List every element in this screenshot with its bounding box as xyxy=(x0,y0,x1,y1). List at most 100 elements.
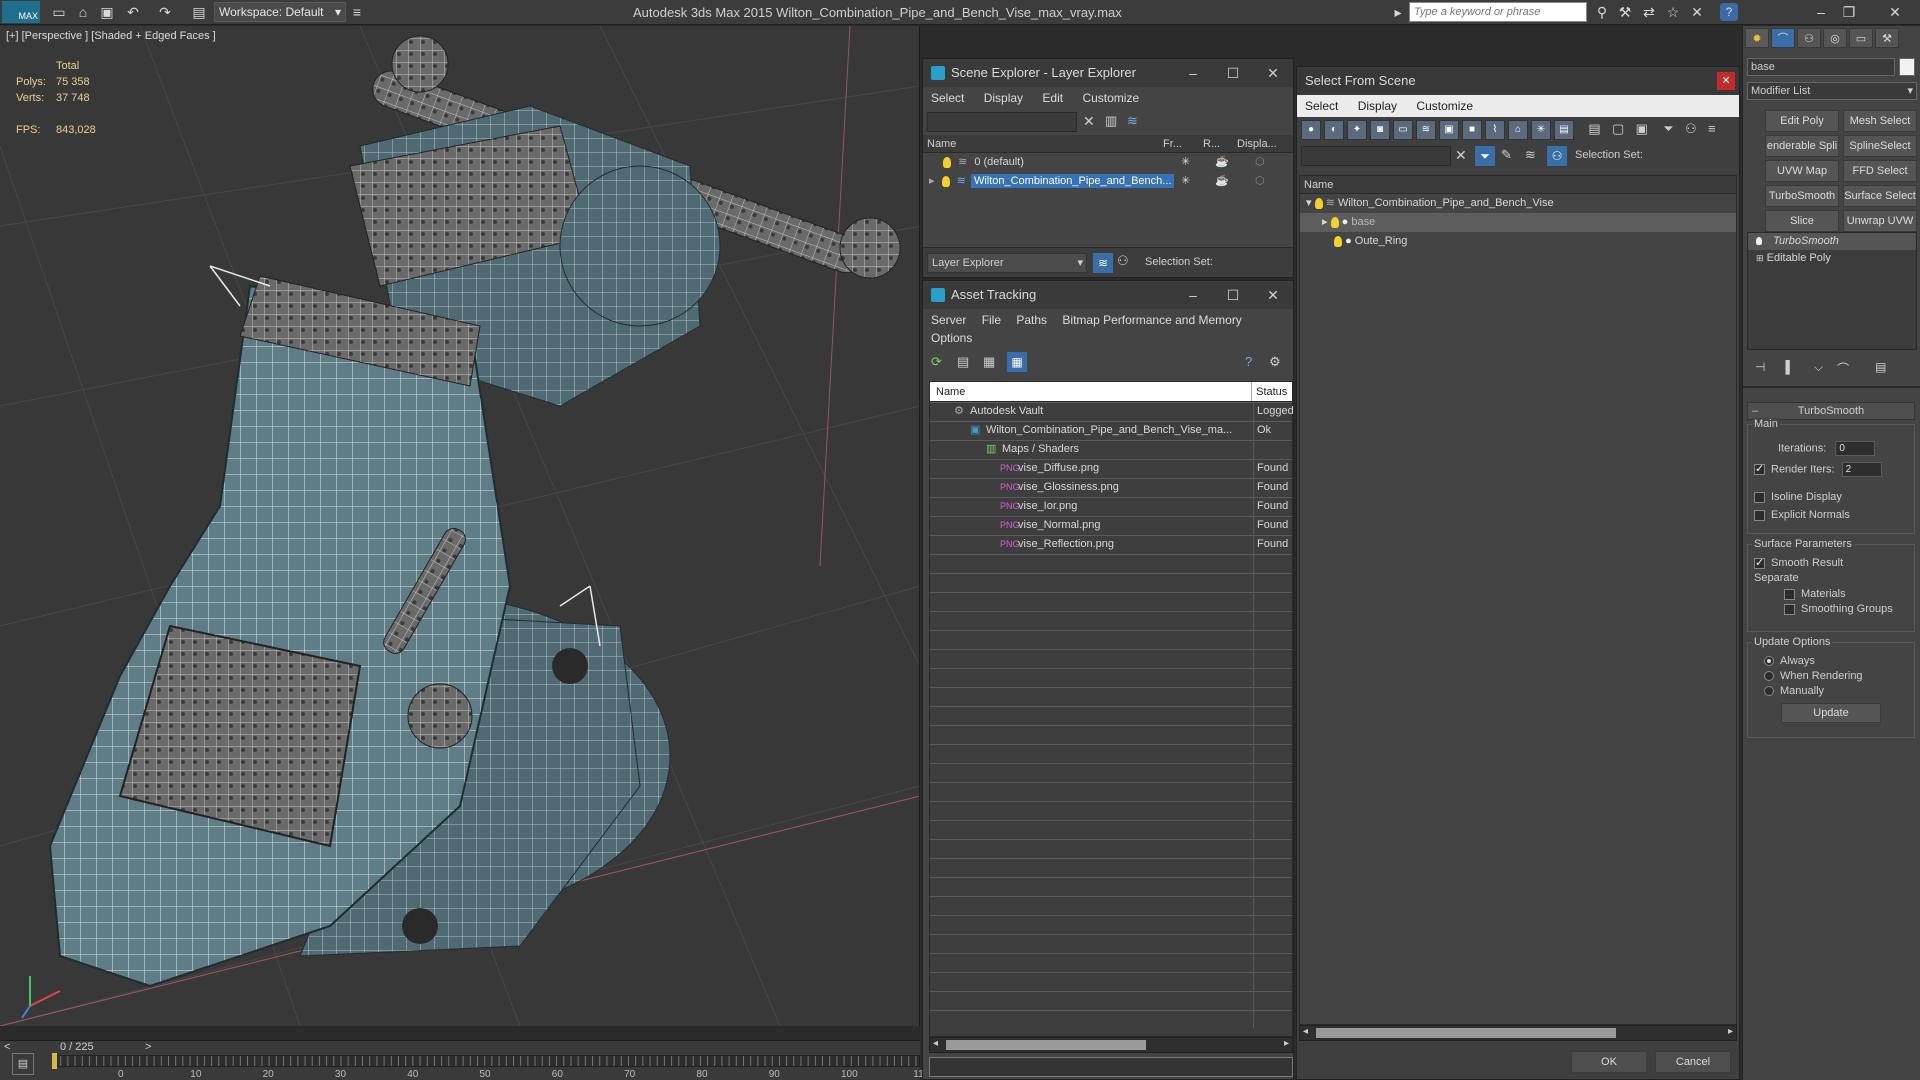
save-file-icon[interactable]: ▣ xyxy=(98,3,116,21)
scroll-right-icon[interactable]: ▸ xyxy=(1728,1026,1733,1037)
shapes-filter-icon[interactable]: ◐ xyxy=(1324,120,1344,140)
expand-arrow-icon[interactable]: ▸ xyxy=(1322,216,1328,228)
modify-tab-icon[interactable]: ⌒ xyxy=(1771,28,1795,48)
menu-icon[interactable]: ≡ xyxy=(348,3,366,21)
paint-icon[interactable]: ✎ xyxy=(1501,147,1512,163)
slice-button[interactable]: Slice xyxy=(1765,210,1839,232)
col-asset-name[interactable]: Name xyxy=(930,382,1253,401)
utilities-tab-icon[interactable]: ⚒ xyxy=(1875,28,1899,48)
menu-paths[interactable]: Paths xyxy=(1016,313,1047,327)
update-button[interactable]: Update xyxy=(1781,703,1881,723)
select-none-icon[interactable]: ▢ xyxy=(1612,121,1624,136)
star-icon[interactable]: ☆ xyxy=(1664,3,1682,21)
render-teapot-icon[interactable]: ☕ xyxy=(1215,153,1229,172)
frozen-filter-icon[interactable]: ✳ xyxy=(1531,120,1551,140)
time-slider[interactable]: < 0 / 225 > ▤ 01020304050607080901001101… xyxy=(0,1040,997,1080)
render-iters-checkbox[interactable] xyxy=(1754,462,1765,475)
lightbulb-icon[interactable] xyxy=(943,156,951,168)
col-name[interactable]: Name xyxy=(1300,176,1736,194)
menu-select[interactable]: Select xyxy=(1305,99,1338,113)
freeze-icon[interactable]: ✳ xyxy=(1181,153,1190,172)
lightbulb-icon[interactable] xyxy=(1756,237,1762,246)
always-radio[interactable] xyxy=(1764,656,1774,667)
clear-search-icon[interactable]: ✕ xyxy=(1455,147,1467,164)
menu-customize[interactable]: Customize xyxy=(1416,99,1473,113)
list-view-icon[interactable]: ▤ xyxy=(957,354,969,370)
refresh-icon[interactable]: ⟳ xyxy=(931,354,942,370)
search-input[interactable]: Type a keyword or phrase xyxy=(1409,2,1587,22)
create-tab-icon[interactable]: ✹ xyxy=(1745,28,1769,48)
isoline-checkbox[interactable] xyxy=(1754,491,1765,503)
display-tab-icon[interactable]: ▭ xyxy=(1849,28,1873,48)
tree-row-selected[interactable]: ▸ ● base xyxy=(1300,213,1736,232)
ffd-select-button[interactable]: FFD Select xyxy=(1843,160,1917,182)
settings-icon[interactable]: ⚙ xyxy=(1269,354,1281,370)
lightbulb-icon[interactable] xyxy=(941,175,950,187)
collapse-icon[interactable]: ≡ xyxy=(1708,121,1716,136)
menu-server[interactable]: Server xyxy=(931,313,966,327)
tree-horizontal-scrollbar[interactable]: ◂ ▸ xyxy=(1299,1025,1737,1041)
spline-select-button[interactable]: SplineSelect xyxy=(1843,135,1917,157)
perspective-viewport[interactable]: [+] [Perspective ] [Shaded + Edged Faces… xyxy=(0,26,920,1026)
select-search-input[interactable] xyxy=(1301,146,1451,166)
hierarchy-icon[interactable]: ⚇ xyxy=(1547,146,1567,166)
tree-row[interactable]: ▾ ≋ Wilton_Combination_Pipe_and_Bench_Vi… xyxy=(1300,194,1736,213)
groups-filter-icon[interactable]: ▣ xyxy=(1439,120,1459,140)
edit-poly-button[interactable]: Edit Poly xyxy=(1765,110,1839,132)
containers-filter-icon[interactable]: ⌂ xyxy=(1508,120,1528,140)
menu-customize[interactable]: Customize xyxy=(1082,91,1139,105)
asset-row[interactable]: PNG vise_Ior.png Found xyxy=(930,497,1292,516)
exchange-icon[interactable]: ⇄ xyxy=(1640,3,1658,21)
menu-bitmap-performance[interactable]: Bitmap Performance and Memory xyxy=(1062,313,1241,327)
col-asset-status[interactable]: Status xyxy=(1252,382,1292,401)
collapse-rollout-icon[interactable]: – xyxy=(1752,403,1758,419)
minimize-icon[interactable]: – xyxy=(1173,59,1213,87)
display-box-icon[interactable]: ⬡ xyxy=(1255,153,1265,172)
unwrap-uvw-button[interactable]: Unwrap UVW xyxy=(1843,210,1917,232)
pin-stack-icon[interactable]: ⊣ xyxy=(1755,360,1765,378)
asset-status-input[interactable] xyxy=(929,1057,1293,1077)
scroll-left-icon[interactable]: ◂ xyxy=(933,1038,938,1049)
scroll-right-icon[interactable]: ▸ xyxy=(1284,1038,1289,1049)
new-file-icon[interactable]: ▭ xyxy=(50,3,68,21)
layers-icon[interactable]: ≋ xyxy=(1525,147,1536,163)
stack-item[interactable]: TurboSmooth xyxy=(1748,233,1916,250)
collapse-arrow-icon[interactable]: ▾ xyxy=(1306,197,1312,209)
show-end-result-icon[interactable]: ▌ xyxy=(1785,360,1794,378)
next-frame-arrow-icon[interactable]: > xyxy=(145,1041,151,1053)
xrefs-filter-icon[interactable]: ■ xyxy=(1462,120,1482,140)
layer-row[interactable]: ≋ 0 (default) ✳ ☕ ⬡ xyxy=(923,153,1293,172)
bones-filter-icon[interactable]: ⌇ xyxy=(1485,120,1505,140)
col-name[interactable]: Name xyxy=(923,135,1163,152)
close-icon[interactable]: ✕ xyxy=(1253,59,1293,87)
minimize-icon[interactable]: – xyxy=(1812,3,1830,21)
filter-icon[interactable]: ▥ xyxy=(1105,113,1117,129)
explorer-type-dropdown[interactable]: Layer Explorer ▾ xyxy=(927,253,1087,273)
expand-box-icon[interactable]: ⊞ xyxy=(1756,253,1764,263)
menu-file[interactable]: File xyxy=(982,313,1001,327)
spacewarps-filter-icon[interactable]: ≋ xyxy=(1416,120,1436,140)
display-box-icon[interactable]: ⬡ xyxy=(1255,172,1265,191)
render-teapot-icon[interactable]: ☕ xyxy=(1215,172,1229,191)
layers-icon[interactable]: ≋ xyxy=(1127,113,1138,129)
make-unique-icon[interactable]: ⌵ xyxy=(1814,360,1823,378)
col-display[interactable]: Displa... xyxy=(1237,135,1293,152)
layers-toggle-icon[interactable]: ≋ xyxy=(1093,253,1113,273)
uvw-map-button[interactable]: UVW Map xyxy=(1765,160,1839,182)
funnel-icon[interactable]: ⏷ xyxy=(1475,146,1495,166)
close-icon[interactable]: ✕ xyxy=(1717,72,1735,90)
undo-icon[interactable]: ↶ xyxy=(124,3,142,21)
close-icon[interactable]: ✕ xyxy=(1886,3,1904,21)
mesh-select-button[interactable]: Mesh Select xyxy=(1843,110,1917,132)
restore-icon[interactable]: ❐ xyxy=(1840,3,1858,21)
freeze-icon[interactable]: ✳ xyxy=(1181,172,1190,191)
asset-row[interactable]: PNG vise_Reflection.png Found xyxy=(930,535,1292,554)
lightbulb-icon[interactable] xyxy=(1330,216,1339,228)
remove-modifier-icon[interactable]: ⌒ xyxy=(1837,360,1849,378)
manually-radio[interactable] xyxy=(1764,686,1774,697)
menu-display[interactable]: Display xyxy=(1358,99,1397,113)
object-name-input[interactable]: base xyxy=(1747,58,1895,76)
menu-select[interactable]: Select xyxy=(931,91,964,105)
help-icon[interactable]: ? xyxy=(1720,3,1738,21)
helpers-filter-icon[interactable]: ▭ xyxy=(1393,120,1413,140)
